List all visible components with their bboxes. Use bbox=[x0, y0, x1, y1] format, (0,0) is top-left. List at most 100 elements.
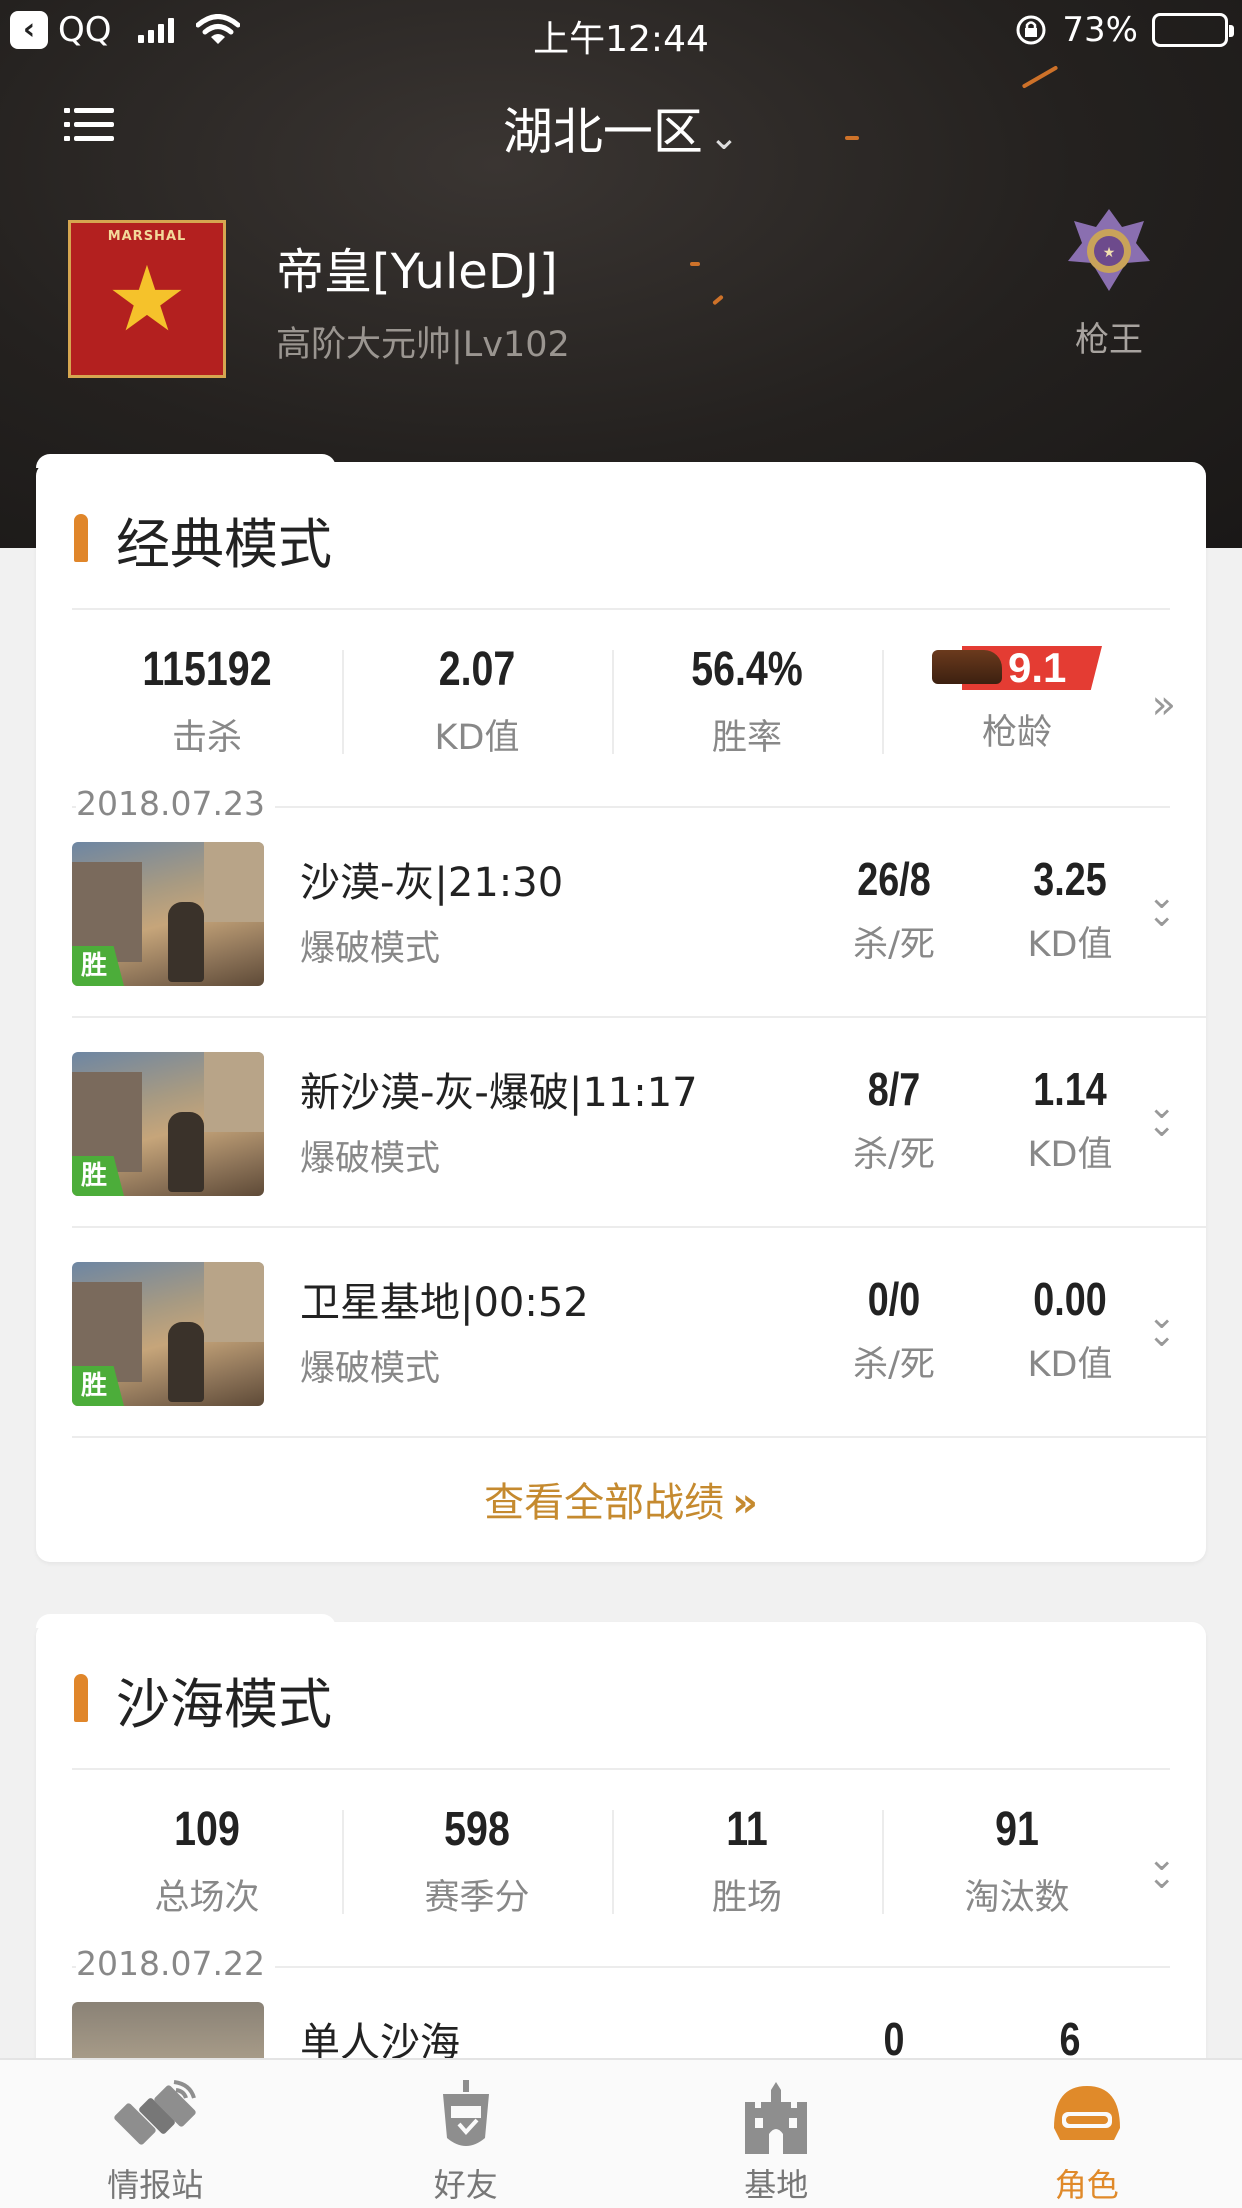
thumb-building bbox=[204, 842, 264, 922]
rotation-lock-icon bbox=[1016, 15, 1046, 45]
kd-label: KD值 bbox=[1027, 1135, 1113, 1175]
stat-label: 总场次 bbox=[154, 1878, 260, 1918]
match-mode: 爆破模式 bbox=[300, 1139, 441, 1179]
stat-value: 9.1 bbox=[1008, 644, 1067, 691]
map-thumbnail: 胜 bbox=[72, 1262, 264, 1406]
tab-label: 情报站 bbox=[107, 2166, 204, 2204]
kill-death-value: 0/0 bbox=[867, 1273, 921, 1325]
avatar-rank-text: MARSHAL bbox=[107, 229, 187, 244]
bullet-icon bbox=[74, 514, 88, 562]
stat-value: 56.4% bbox=[691, 643, 803, 696]
stat-kills: 115192 击杀 bbox=[72, 642, 342, 762]
ember-decoration bbox=[712, 294, 724, 306]
stat-total-games: 109 总场次 bbox=[72, 1802, 342, 1922]
stat-value: 11 bbox=[726, 1803, 768, 1856]
tab-base[interactable]: 基地 bbox=[621, 2060, 932, 2208]
kill-death: 26/8 杀/死 bbox=[814, 852, 974, 967]
expand-chevron-icon[interactable]: ⌄ ⌄ bbox=[1148, 1090, 1177, 1142]
bottom-tab-bar: 情报站 好友 基地 角色 bbox=[0, 2058, 1242, 2208]
stat-value: 91 bbox=[995, 1803, 1039, 1856]
kill-death: 0/0 杀/死 bbox=[814, 1272, 974, 1387]
match-name: 卫星基地|00:52 bbox=[300, 1280, 589, 1326]
tab-character[interactable]: 角色 bbox=[932, 2060, 1242, 2208]
tab-label: 角色 bbox=[1054, 2166, 1119, 2204]
match-row[interactable]: 胜 沙漠-灰|21:30 爆破模式 26/8 杀/死 3.25 KD值 ⌄ ⌄ bbox=[36, 808, 1206, 1018]
match-row[interactable]: 胜 新沙漠-灰-爆破|11:17 爆破模式 8/7 杀/死 1.14 KD值 ⌄… bbox=[36, 1018, 1206, 1228]
expand-chevron-icon[interactable]: ⌄ ⌄ bbox=[1148, 880, 1177, 932]
kill-death-label: 杀/死 bbox=[853, 925, 935, 965]
thumb-soldier bbox=[168, 1112, 204, 1192]
chevron-right-icon[interactable]: » bbox=[1152, 682, 1176, 728]
stat-kd: 2.07 KD值 bbox=[342, 642, 612, 762]
thumb-soldier bbox=[168, 1322, 204, 1402]
helmet-icon bbox=[1053, 2086, 1120, 2140]
badge-label: 枪王 bbox=[1075, 320, 1143, 360]
player-name: 帝皇[YuleDJ] bbox=[276, 244, 558, 300]
kill-death-label: 杀/死 bbox=[853, 1135, 935, 1175]
map-thumbnail: 胜 bbox=[72, 1052, 264, 1196]
server-selector[interactable]: 湖北一区 ⌄ bbox=[0, 92, 1242, 164]
gun-icon bbox=[932, 650, 1002, 684]
divider bbox=[72, 608, 1170, 610]
ember-decoration bbox=[1021, 65, 1059, 89]
stat-season-score: 598 赛季分 bbox=[342, 1802, 612, 1922]
match-mode: 爆破模式 bbox=[300, 1349, 441, 1389]
stat-wins: 11 胜场 bbox=[612, 1802, 882, 1922]
match-row[interactable]: 胜 卫星基地|00:52 爆破模式 0/0 杀/死 0.00 KD值 ⌄ ⌄ bbox=[36, 1228, 1206, 1438]
double-chevron-right-icon: » bbox=[732, 1480, 758, 1526]
stat-eliminations: 91 淘汰数 bbox=[882, 1802, 1152, 1922]
stat-value: 109 bbox=[174, 1803, 240, 1856]
kill-death-value: 26/8 bbox=[857, 853, 931, 905]
section-title: 沙海模式 bbox=[116, 1673, 332, 1736]
stat-value: 115192 bbox=[142, 643, 272, 696]
view-all-records-link[interactable]: 查看全部战绩» bbox=[36, 1470, 1206, 1528]
kill-death: 8/7 杀/死 bbox=[814, 1062, 974, 1177]
classic-mode-card: 经典模式 115192 击杀 2.07 KD值 56.4% 胜率 9.1 枪龄 … bbox=[36, 454, 1206, 1562]
thumb-soldier bbox=[168, 902, 204, 982]
section-title: 经典模式 bbox=[116, 513, 332, 576]
stat-value: 2.07 bbox=[438, 643, 516, 696]
stat-winrate: 56.4% 胜率 bbox=[612, 642, 882, 762]
castle-icon bbox=[745, 2082, 808, 2154]
tab-label: 基地 bbox=[744, 2166, 809, 2204]
stat-label: 胜场 bbox=[711, 1878, 782, 1918]
gun-king-badge-icon[interactable]: ★ bbox=[1064, 205, 1154, 295]
stat-value: 598 bbox=[444, 1803, 510, 1856]
bullet-icon bbox=[74, 1674, 88, 1722]
kd-label: KD值 bbox=[1027, 1345, 1113, 1385]
kd-ratio: 3.25 KD值 bbox=[990, 852, 1150, 967]
gun-age-banner: 9.1 bbox=[932, 642, 1102, 694]
map-thumbnail: 胜 bbox=[72, 842, 264, 986]
ember-decoration bbox=[690, 262, 700, 266]
stat-label: 枪龄 bbox=[981, 713, 1052, 753]
kd-value: 3.25 bbox=[1033, 853, 1107, 905]
classic-stats[interactable]: 115192 击杀 2.07 KD值 56.4% 胜率 9.1 枪龄 bbox=[72, 642, 1152, 762]
svg-text:★: ★ bbox=[1103, 245, 1116, 261]
card-tab-notch bbox=[36, 1614, 336, 1628]
chevron-down-icon: ⌄ bbox=[708, 117, 740, 158]
expand-chevron-icon[interactable]: ⌄ ⌄ bbox=[1148, 1300, 1177, 1352]
kd-ratio: 1.14 KD值 bbox=[990, 1062, 1150, 1177]
sandsea-stats[interactable]: 109 总场次 598 赛季分 11 胜场 91 淘汰数 bbox=[72, 1802, 1152, 1922]
divider bbox=[72, 1436, 1206, 1438]
star-insignia-icon: ★ bbox=[106, 247, 188, 352]
tab-intel[interactable]: 情报站 bbox=[0, 2060, 311, 2208]
stat-gun-age: 9.1 枪龄 bbox=[882, 642, 1152, 762]
avatar[interactable]: MARSHAL ★ bbox=[68, 220, 226, 378]
stat-label: KD值 bbox=[434, 718, 520, 758]
tab-friends[interactable]: 好友 bbox=[311, 2060, 622, 2208]
battery-icon bbox=[1152, 13, 1234, 47]
match-name: 沙漠-灰|21:30 bbox=[300, 860, 564, 906]
card-tab-notch bbox=[36, 454, 336, 468]
tab-label: 好友 bbox=[433, 2166, 498, 2204]
kd-value: 0.00 bbox=[1033, 1273, 1107, 1325]
match-name: 新沙漠-灰-爆破|11:17 bbox=[300, 1070, 698, 1116]
expand-chevron-icon[interactable]: ⌄ ⌄ bbox=[1148, 1842, 1177, 1894]
match-mode: 爆破模式 bbox=[300, 929, 441, 969]
thumb-building bbox=[204, 1262, 264, 1342]
divider bbox=[72, 1768, 1170, 1770]
robot-friend-icon bbox=[442, 2080, 489, 2146]
stat-label: 击杀 bbox=[171, 718, 242, 758]
kd-label: KD值 bbox=[1027, 925, 1113, 965]
stat-label: 赛季分 bbox=[424, 1878, 530, 1918]
